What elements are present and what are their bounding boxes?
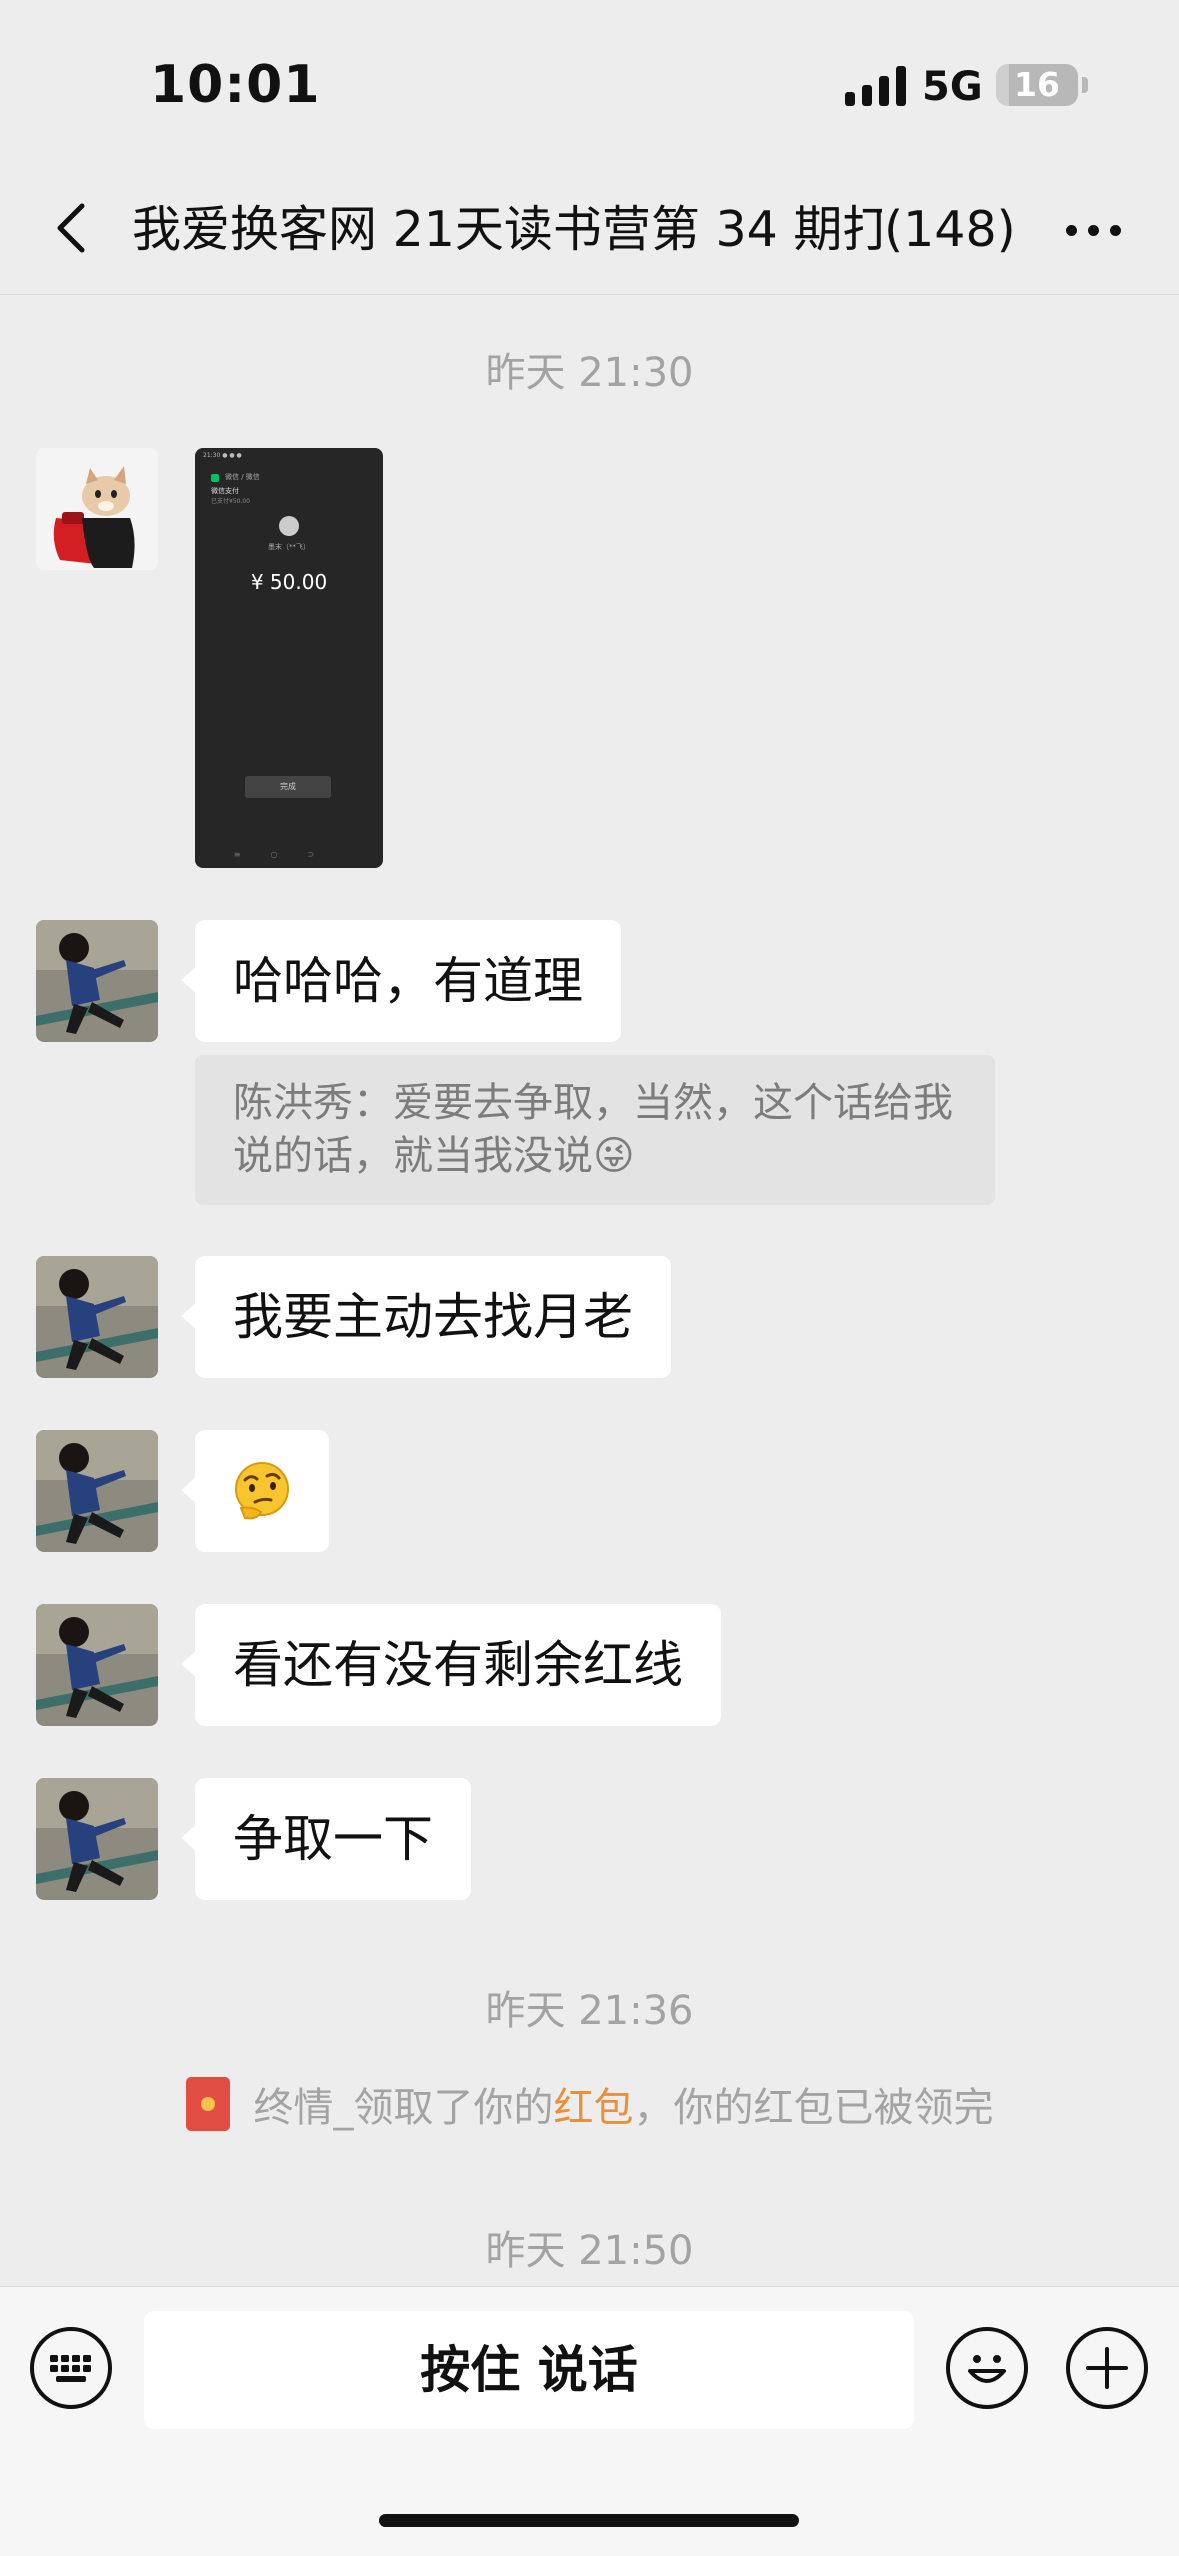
kid-avatar-image: [36, 1256, 158, 1378]
kid-avatar-image: [36, 1604, 158, 1726]
keyboard-button[interactable]: [30, 2327, 112, 2409]
shot-subtitle: 已支付¥50.00: [211, 498, 250, 505]
emoji-button[interactable]: [946, 2327, 1028, 2409]
network-type: 5G: [922, 64, 983, 110]
timestamp: 昨天 21:50: [485, 2228, 694, 2274]
timestamp: 昨天 21:36: [485, 1988, 694, 2034]
system-message: 终情_领取了你的红包，你的红包已被领完: [0, 2075, 1179, 2133]
message-bubble[interactable]: 看还有没有剩余红线: [181, 1604, 721, 1726]
plus-button[interactable]: [1066, 2327, 1148, 2409]
system-text: 终情_领取了你的: [253, 2085, 554, 2131]
shot-app: 微信 / 微信: [225, 473, 260, 481]
payee-avatar: [279, 516, 299, 536]
quoted-message[interactable]: 陈洪秀：爱要去争取，当然，这个话给我说的话，就当我没说😜: [195, 1055, 995, 1205]
payment-amount: ¥ 50.00: [250, 570, 328, 594]
avatar[interactable]: [36, 1430, 158, 1552]
kid-avatar-image: [36, 1430, 158, 1552]
chevron-left-icon: [57, 203, 85, 253]
cat-avatar-image: [36, 448, 158, 570]
payee-name: 墨末（**飞）: [268, 543, 310, 551]
kid-avatar-image: [36, 1778, 158, 1900]
message-bubble[interactable]: 哈哈哈，有道理: [181, 920, 621, 1042]
chat-header: 我爱换客网 21天读书营第 34 期打卡 (148): [0, 170, 1179, 295]
battery-icon: 16: [996, 64, 1078, 106]
plus-icon: [1086, 2347, 1128, 2389]
timestamp: 昨天 21:30: [485, 350, 694, 396]
red-packet-link[interactable]: 红包: [554, 2085, 634, 2131]
avatar[interactable]: [36, 1778, 158, 1900]
system-text-suffix: ，你的红包已被领完: [633, 2085, 994, 2131]
status-bar: 10:01 5G 16: [0, 0, 1179, 170]
back-button[interactable]: [44, 198, 104, 258]
more-button[interactable]: [1062, 220, 1126, 240]
member-count: (148): [882, 200, 1016, 260]
avatar[interactable]: [36, 448, 158, 570]
emoji-message[interactable]: [181, 1430, 329, 1552]
message-bubble[interactable]: 我要主动去找月老: [181, 1256, 671, 1378]
avatar[interactable]: [36, 1256, 158, 1378]
hold-to-talk-button[interactable]: 按住 说话: [144, 2311, 914, 2429]
avatar[interactable]: [36, 1604, 158, 1726]
shot-title: 微信支付: [211, 487, 239, 495]
keyboard-icon: [50, 2355, 91, 2382]
red-packet-icon: [185, 2077, 230, 2131]
message-bubble[interactable]: 争取一下: [181, 1778, 471, 1900]
battery-cap: [1082, 77, 1088, 93]
kid-avatar-image: [36, 920, 158, 1042]
chat-title: 我爱换客网 21天读书营第 34 期打卡: [132, 201, 941, 258]
payment-screenshot[interactable]: 21:30 ● ● ● 微信 / 微信 微信支付 已支付¥50.00 墨末（**…: [195, 448, 383, 868]
smiley-icon: [968, 2355, 1006, 2383]
shot-nav-keys: ≡○⊃: [233, 850, 345, 859]
shot-status: 21:30 ● ● ●: [203, 452, 242, 459]
battery-level: 16: [1014, 65, 1060, 104]
thinking-face-icon: [235, 1461, 289, 1519]
avatar[interactable]: [36, 920, 158, 1042]
signal-icon: [845, 66, 907, 106]
wechat-pay-icon: [211, 474, 219, 482]
status-time: 10:01: [150, 55, 321, 115]
done-button: 完成: [245, 776, 331, 798]
battery-level-fill: [996, 64, 1010, 106]
home-indicator[interactable]: [379, 2514, 799, 2527]
